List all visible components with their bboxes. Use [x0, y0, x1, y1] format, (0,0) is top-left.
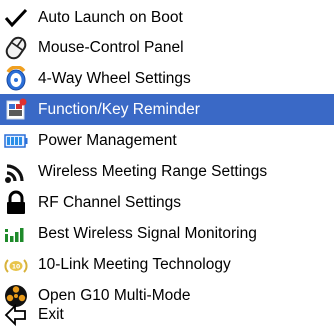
- svg-text:10: 10: [12, 263, 20, 270]
- link-badge-icon: 10: [3, 252, 29, 278]
- key-reminder-icon: [3, 97, 29, 123]
- battery-icon: [3, 128, 29, 154]
- menu-item-label: Power Management: [38, 132, 177, 149]
- menu-item-label: 10-Link Meeting Technology: [38, 256, 231, 273]
- menu-item-best-wireless-signal-monitoring[interactable]: Best Wireless Signal Monitoring: [0, 218, 334, 249]
- menu-item-rf-channel-settings[interactable]: RF Channel Settings: [0, 187, 334, 218]
- wireless-range-icon: [3, 159, 29, 185]
- menu-item-mouse-control-panel[interactable]: Mouse-Control Panel: [0, 32, 334, 63]
- menu-item-label: Exit: [38, 306, 64, 323]
- menu-item-label: RF Channel Settings: [38, 194, 182, 211]
- exit-arrow-icon: [3, 302, 29, 328]
- context-menu: Auto Launch on Boot Mouse-Control Panel: [0, 0, 334, 330]
- menu-item-function-key-reminder[interactable]: Function/Key Reminder: [0, 94, 334, 125]
- menu-item-label: Function/Key Reminder: [38, 101, 200, 118]
- lock-icon: [3, 190, 29, 216]
- menu-item-label: 4-Way Wheel Settings: [38, 70, 191, 87]
- menu-item-wireless-meeting-range-settings[interactable]: Wireless Meeting Range Settings: [0, 156, 334, 187]
- checkmark-icon: [3, 5, 29, 31]
- menu-item-label: Best Wireless Signal Monitoring: [38, 225, 257, 242]
- menu-item-exit[interactable]: Exit: [0, 299, 334, 330]
- signal-bars-icon: [3, 221, 29, 247]
- menu-item-auto-launch[interactable]: Auto Launch on Boot: [0, 2, 334, 33]
- mouse-icon: [3, 35, 29, 61]
- wheel-icon: [3, 65, 29, 92]
- menu-item-label: Wireless Meeting Range Settings: [38, 163, 268, 180]
- menu-item-4-way-wheel-settings[interactable]: 4-Way Wheel Settings: [0, 63, 334, 94]
- menu-item-label: Auto Launch on Boot: [38, 9, 183, 26]
- menu-item-10-link-meeting-technology[interactable]: 10 10-Link Meeting Technology: [0, 249, 334, 280]
- menu-item-power-management[interactable]: Power Management: [0, 125, 334, 156]
- menu-item-label: Mouse-Control Panel: [38, 39, 184, 56]
